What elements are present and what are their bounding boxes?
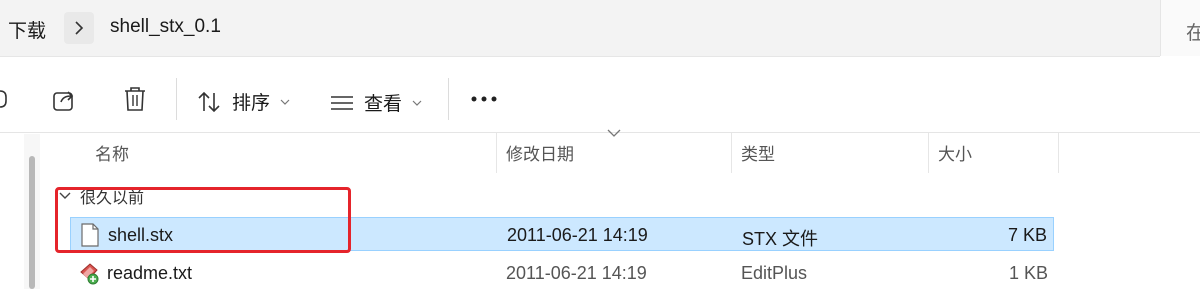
- share-icon: [53, 91, 74, 111]
- share-button[interactable]: [52, 88, 78, 112]
- toolbar-separator: [448, 78, 449, 120]
- toolbar-separator: [176, 78, 177, 120]
- file-type: EditPlus: [741, 263, 808, 283]
- breadcrumb-downloads[interactable]: 下载: [8, 16, 46, 43]
- sort-label: 排序: [232, 93, 271, 114]
- trash-icon: [125, 87, 145, 111]
- column-header-modified[interactable]: 修改日期: [506, 140, 574, 165]
- copy-icon: [0, 90, 7, 108]
- view-button[interactable]: 查看: [330, 89, 422, 116]
- view-lines-icon: [331, 95, 353, 110]
- column-divider[interactable]: [1058, 133, 1059, 173]
- column-header-size[interactable]: 大小: [938, 140, 972, 165]
- command-bar: [0, 64, 1200, 133]
- column-header-type[interactable]: 类型: [741, 140, 775, 165]
- column-divider[interactable]: [928, 133, 929, 173]
- delete-button[interactable]: [123, 86, 147, 112]
- copy-button[interactable]: [0, 88, 10, 110]
- view-label: 查看: [364, 94, 403, 115]
- sort-indicator-icon: [607, 129, 621, 137]
- file-size: 7 KB: [1007, 225, 1047, 245]
- annotation-highlight-box: [55, 187, 351, 253]
- column-divider[interactable]: [496, 133, 497, 173]
- chevron-down-icon: [280, 99, 290, 105]
- editplus-file-icon: [80, 263, 99, 285]
- chevron-down-icon: [412, 100, 422, 106]
- file-row-readme-txt[interactable]: readme.txt 2011-06-21 14:19 EditPlus 1 K…: [70, 256, 1054, 290]
- more-options-button[interactable]: [470, 94, 498, 104]
- file-modified: 2011-06-21 14:19: [506, 263, 647, 283]
- file-name: readme.txt: [107, 263, 193, 283]
- sort-button[interactable]: 排序: [198, 88, 290, 115]
- file-modified: 2011-06-21 14:19: [507, 225, 648, 245]
- breadcrumb-chevron-icon[interactable]: [64, 12, 94, 44]
- breadcrumb-current-folder[interactable]: shell_stx_0.1: [110, 16, 221, 38]
- search-placeholder: 在: [1186, 23, 1200, 44]
- scrollbar-thumb[interactable]: [29, 156, 35, 289]
- file-size: 1 KB: [1008, 263, 1048, 283]
- more-dots-icon: [471, 96, 497, 102]
- column-divider[interactable]: [731, 133, 732, 173]
- sort-icon: [198, 91, 220, 112]
- column-header-name[interactable]: 名称: [95, 140, 129, 165]
- file-type: STX 文件: [742, 229, 819, 249]
